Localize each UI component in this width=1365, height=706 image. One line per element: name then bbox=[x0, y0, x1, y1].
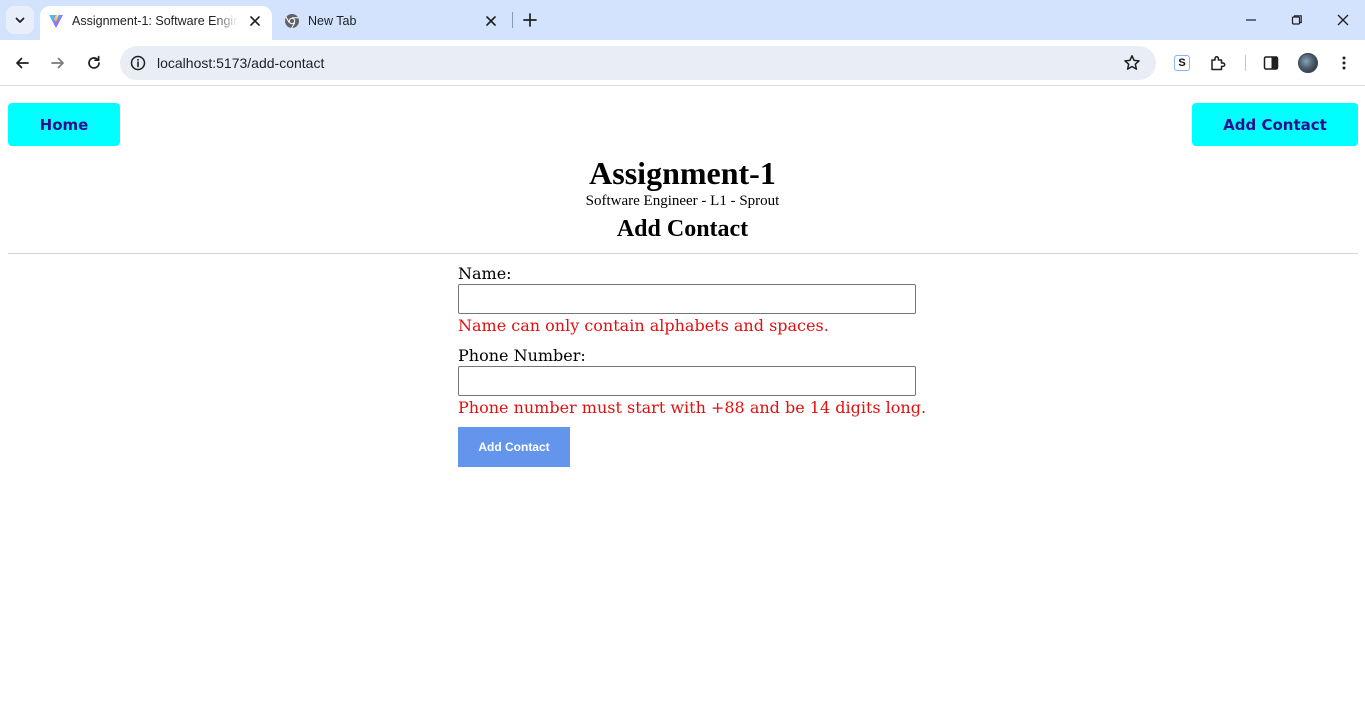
new-tab-button[interactable] bbox=[518, 8, 542, 32]
extension-s-icon: S bbox=[1174, 55, 1190, 71]
close-icon bbox=[250, 16, 260, 26]
vite-logo-icon bbox=[49, 14, 63, 28]
tab-title: Assignment-1: Software Engineer - L1 - S… bbox=[72, 14, 238, 28]
home-nav-button[interactable]: Home bbox=[8, 103, 120, 146]
browser-tabstrip: Assignment-1: Software Engineer - L1 - S… bbox=[0, 0, 1365, 40]
reload-button[interactable] bbox=[82, 51, 106, 75]
avatar bbox=[1298, 53, 1318, 73]
plus-icon bbox=[523, 13, 537, 27]
more-vertical-icon bbox=[1342, 56, 1346, 70]
menu-button[interactable] bbox=[1332, 51, 1356, 75]
phone-error-message: Phone number must start with +88 and be … bbox=[458, 398, 927, 417]
browser-toolbar: localhost:5173/add-contact S bbox=[0, 40, 1365, 86]
browser-tab-active[interactable]: Assignment-1: Software Engineer - L1 - S… bbox=[40, 6, 272, 40]
minimize-button[interactable] bbox=[1236, 6, 1266, 34]
page-content: Home Add Contact Assignment-1 Software E… bbox=[0, 87, 1365, 706]
restore-button[interactable] bbox=[1282, 6, 1312, 34]
name-field-group: Name: Name can only contain alphabets an… bbox=[458, 264, 916, 336]
phone-label: Phone Number: bbox=[458, 346, 586, 365]
info-icon bbox=[130, 55, 146, 71]
site-subtitle: Software Engineer - L1 - Sprout bbox=[585, 193, 780, 209]
divider bbox=[8, 253, 1358, 254]
name-input[interactable] bbox=[458, 284, 916, 314]
side-panel-button[interactable] bbox=[1259, 51, 1283, 75]
arrow-right-icon bbox=[51, 57, 64, 69]
phone-input[interactable] bbox=[458, 366, 916, 396]
address-bar[interactable]: localhost:5173/add-contact bbox=[120, 46, 1156, 80]
minimize-icon bbox=[1246, 19, 1256, 21]
bookmark-button[interactable] bbox=[1122, 53, 1142, 73]
back-button[interactable] bbox=[10, 51, 34, 75]
phone-field-group: Phone Number: Phone number must start wi… bbox=[458, 346, 926, 418]
star-icon bbox=[1124, 55, 1140, 70]
toolbar-divider bbox=[1245, 55, 1246, 71]
chrome-logo-icon bbox=[285, 14, 299, 29]
browser-tab-inactive[interactable]: New Tab bbox=[276, 6, 508, 40]
profile-button[interactable] bbox=[1296, 51, 1320, 75]
side-panel-icon bbox=[1263, 56, 1279, 70]
tab-search-button[interactable] bbox=[6, 6, 34, 34]
site-title: Assignment-1 bbox=[589, 155, 776, 191]
tab-title: New Tab bbox=[308, 14, 357, 28]
close-window-button[interactable] bbox=[1328, 6, 1358, 34]
tab-separator bbox=[512, 12, 513, 28]
close-tab-button[interactable] bbox=[482, 12, 500, 30]
extension-s-button[interactable]: S bbox=[1170, 51, 1194, 75]
puzzle-icon bbox=[1211, 56, 1226, 71]
arrow-left-icon bbox=[16, 57, 29, 69]
add-contact-submit-button[interactable]: Add Contact bbox=[458, 427, 570, 467]
chevron-down-icon bbox=[15, 17, 25, 23]
extensions-button[interactable] bbox=[1206, 51, 1230, 75]
close-tab-button[interactable] bbox=[246, 12, 264, 30]
url-text: localhost:5173/add-contact bbox=[157, 55, 325, 71]
close-icon bbox=[1337, 14, 1349, 26]
close-icon bbox=[486, 16, 496, 26]
name-label: Name: bbox=[458, 264, 512, 283]
page-heading: Add Contact bbox=[616, 216, 749, 242]
site-info-button[interactable] bbox=[128, 53, 148, 73]
add-contact-nav-button[interactable]: Add Contact bbox=[1192, 103, 1358, 146]
forward-button[interactable] bbox=[46, 51, 70, 75]
restore-icon bbox=[1291, 15, 1302, 25]
reload-icon bbox=[88, 55, 100, 69]
name-error-message: Name can only contain alphabets and spac… bbox=[458, 316, 829, 335]
